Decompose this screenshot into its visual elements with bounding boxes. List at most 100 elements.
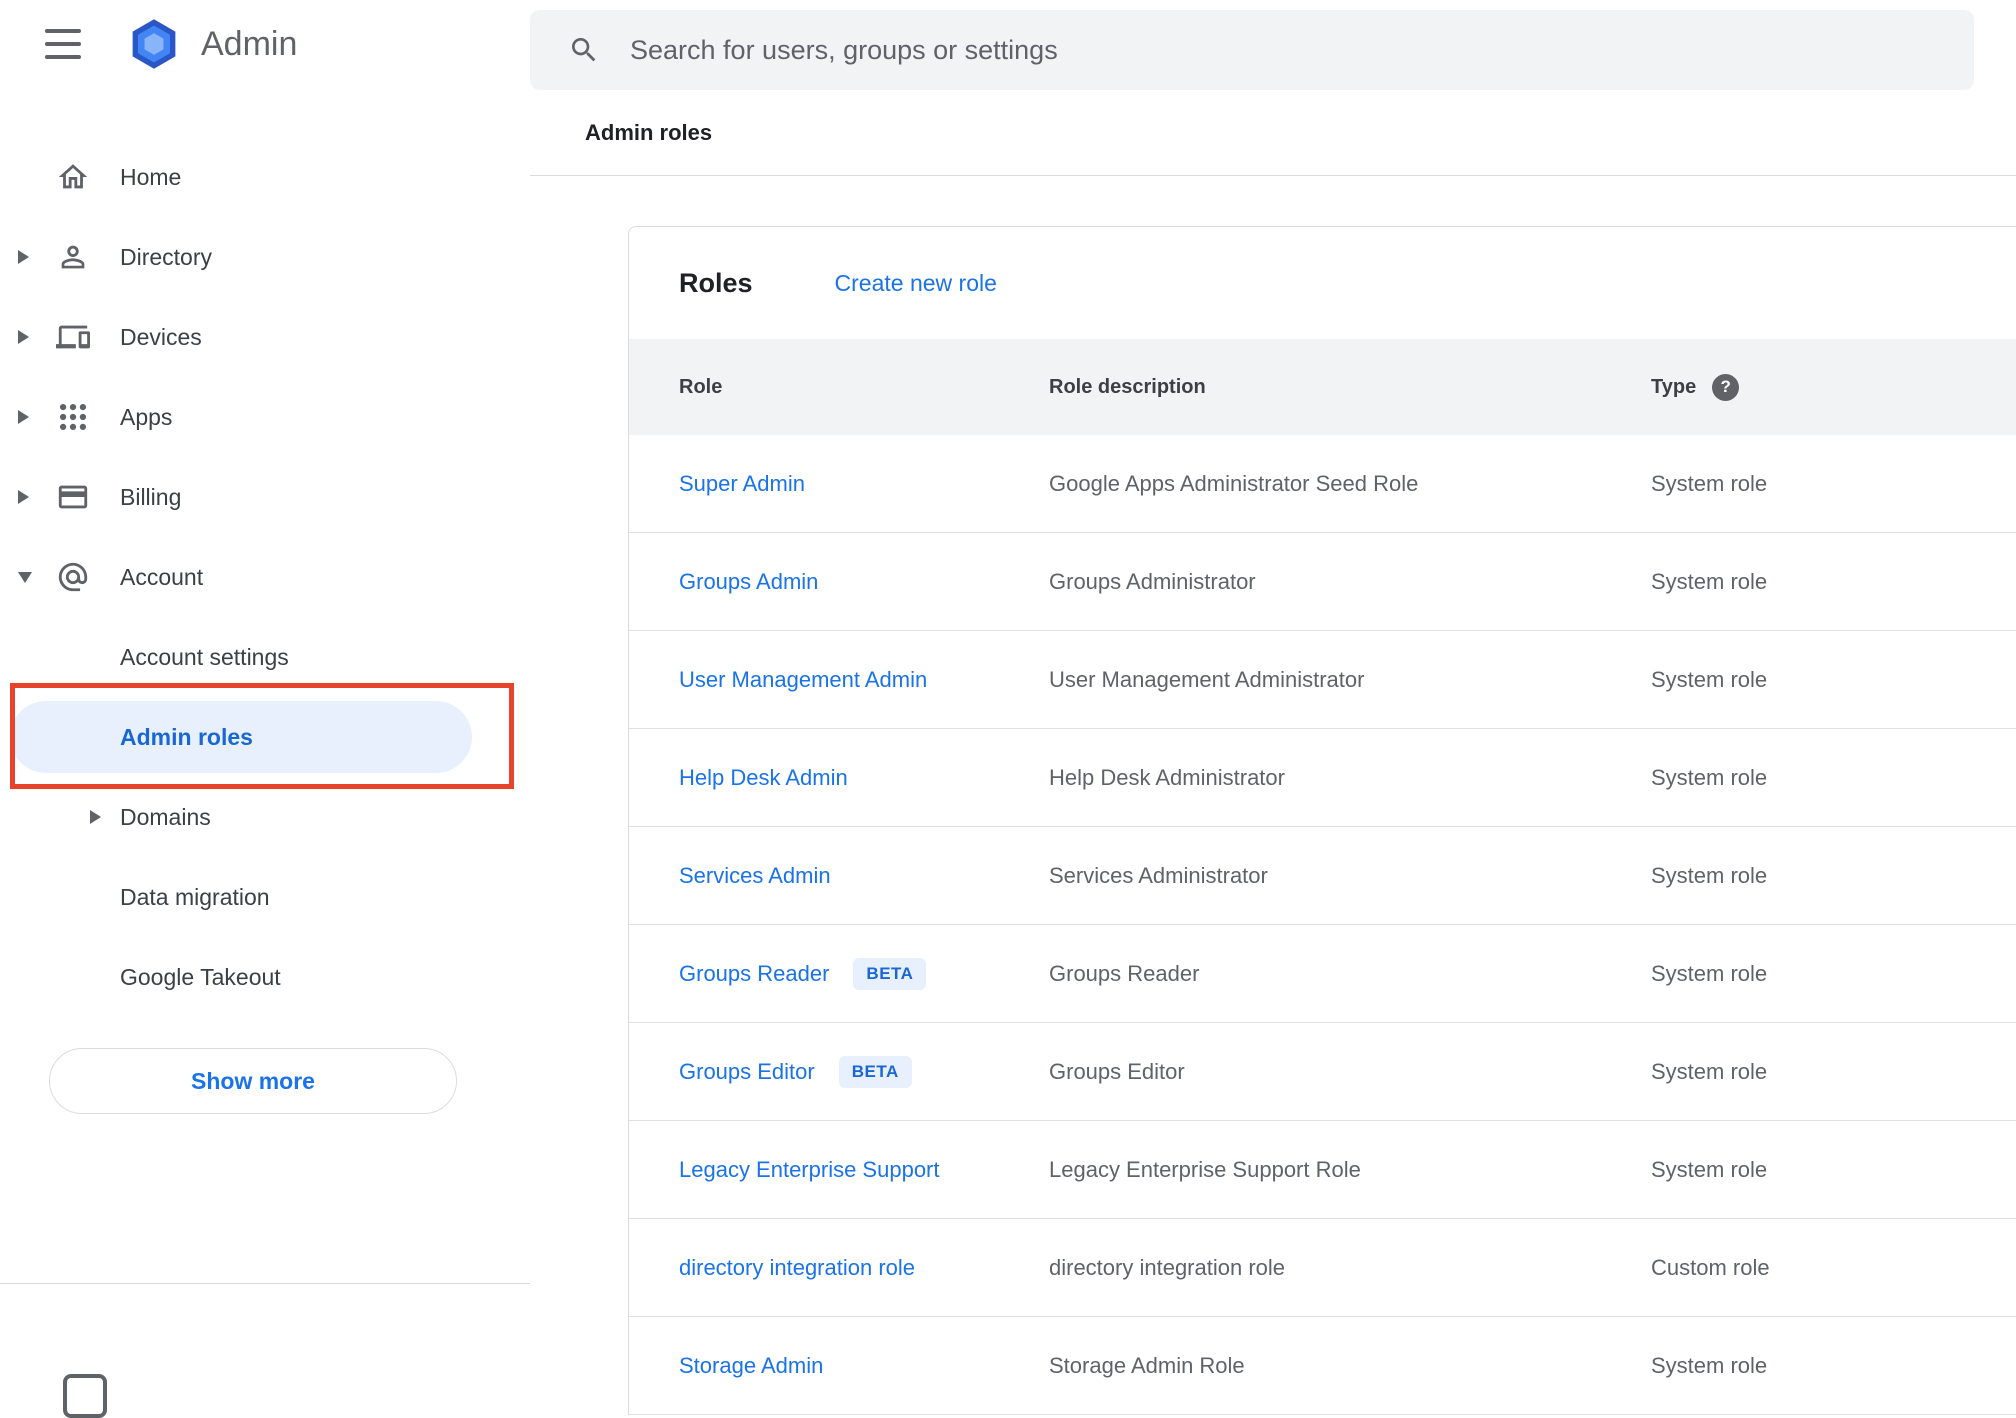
roles-table-header: Role Role description Type ? xyxy=(629,339,2016,435)
feedback-icon[interactable] xyxy=(63,1374,107,1418)
role-type: System role xyxy=(1651,1058,1768,1084)
table-row: directory integration role directory int… xyxy=(629,1219,2016,1317)
sidebar-item-label: Home xyxy=(120,163,182,190)
table-row: Legacy Enterprise Support Legacy Enterpr… xyxy=(629,1121,2016,1219)
chevron-right-icon xyxy=(18,410,29,424)
sidebar-item-label: Account xyxy=(120,563,204,590)
sidebar-item-label: Google Takeout xyxy=(120,963,281,990)
search-icon xyxy=(572,38,596,62)
role-type: System role xyxy=(1651,470,1768,496)
search-placeholder: Search for users, groups or settings xyxy=(630,34,1058,65)
role-link[interactable]: Services Admin xyxy=(679,863,831,889)
table-row: User Management Admin User Management Ad… xyxy=(629,631,2016,729)
role-description: Groups Reader xyxy=(1049,960,1200,986)
main-content: Search for users, groups or settings Adm… xyxy=(530,0,2016,1415)
role-description: Groups Editor xyxy=(1049,1058,1185,1084)
role-link[interactable]: Groups Reader xyxy=(679,961,829,987)
role-description: Google Apps Administrator Seed Role xyxy=(1049,470,1419,496)
home-icon xyxy=(56,160,90,194)
role-type: System role xyxy=(1651,666,1768,692)
chevron-down-icon xyxy=(18,571,32,583)
role-type: System role xyxy=(1651,1352,1768,1378)
role-description: directory integration role xyxy=(1049,1254,1286,1280)
role-link[interactable]: Help Desk Admin xyxy=(679,765,848,791)
role-link[interactable]: User Management Admin xyxy=(679,667,927,693)
sidebar-item-billing[interactable]: Billing xyxy=(0,457,530,537)
role-description: Services Administrator xyxy=(1049,862,1268,888)
role-type: System role xyxy=(1651,568,1768,594)
beta-badge: BETA xyxy=(838,1055,912,1088)
beta-badge: BETA xyxy=(853,957,927,990)
chevron-right-icon xyxy=(18,490,29,504)
column-header-description: Role description xyxy=(1049,375,1206,398)
sidebar-header: Admin xyxy=(0,0,530,88)
role-link[interactable]: Legacy Enterprise Support xyxy=(679,1157,940,1183)
breadcrumb: Admin roles xyxy=(530,90,2016,176)
create-new-role-link[interactable]: Create new role xyxy=(835,270,997,297)
table-row: Groups Editor BETA Groups Editor System … xyxy=(629,1023,2016,1121)
table-row: Help Desk Admin Help Desk Administrator … xyxy=(629,729,2016,827)
role-description: Help Desk Administrator xyxy=(1049,764,1285,790)
role-type: System role xyxy=(1651,960,1768,986)
sidebar-item-label: Directory xyxy=(120,243,213,270)
sidebar-item-label: Data migration xyxy=(120,883,270,910)
brand-name: Admin xyxy=(201,24,298,63)
at-sign-icon xyxy=(56,560,90,594)
sidebar-item-label: Domains xyxy=(120,803,211,830)
page-title: Admin roles xyxy=(585,119,713,145)
table-row: Services Admin Services Administrator Sy… xyxy=(629,827,2016,925)
role-link[interactable]: Storage Admin xyxy=(679,1353,823,1379)
sidebar-item-home[interactable]: Home xyxy=(0,137,530,217)
show-more-button[interactable]: Show more xyxy=(49,1048,457,1114)
sidebar-item-admin-roles[interactable]: Admin roles xyxy=(0,697,530,777)
role-type: System role xyxy=(1651,764,1768,790)
sidebar-item-apps[interactable]: Apps xyxy=(0,377,530,457)
role-link[interactable]: directory integration role xyxy=(679,1255,915,1281)
role-link[interactable]: Groups Admin xyxy=(679,569,818,595)
sidebar-item-label: Billing xyxy=(120,483,182,510)
chevron-right-icon xyxy=(90,810,101,824)
sidebar-item-label: Devices xyxy=(120,323,202,350)
credit-card-icon xyxy=(56,480,90,514)
search-input[interactable]: Search for users, groups or settings xyxy=(530,10,1974,90)
sidebar-item-account[interactable]: Account xyxy=(0,537,530,617)
role-description: Storage Admin Role xyxy=(1049,1352,1245,1378)
sidebar-item-label: Account settings xyxy=(120,643,289,670)
chevron-right-icon xyxy=(18,250,29,264)
role-type: Custom role xyxy=(1651,1254,1770,1280)
sidebar-item-account-settings[interactable]: Account settings xyxy=(0,617,530,697)
role-description: Groups Administrator xyxy=(1049,568,1256,594)
role-description: Legacy Enterprise Support Role xyxy=(1049,1156,1361,1182)
sidebar-item-devices[interactable]: Devices xyxy=(0,297,530,377)
roles-card: Roles Create new role Role Role descript… xyxy=(628,226,2016,1415)
sidebar-item-google-takeout[interactable]: Google Takeout xyxy=(0,937,530,1017)
sidebar-nav: Home Directory Devices Apps Billing Acco… xyxy=(0,137,530,1017)
person-icon xyxy=(56,240,90,274)
menu-icon[interactable] xyxy=(45,29,81,59)
table-row: Groups Admin Groups Administrator System… xyxy=(629,533,2016,631)
role-description: User Management Administrator xyxy=(1049,666,1365,692)
sidebar-item-label: Apps xyxy=(120,403,173,430)
admin-logo-icon xyxy=(132,19,176,69)
column-header-role: Role xyxy=(679,375,723,398)
sidebar-divider xyxy=(0,1283,530,1284)
chevron-right-icon xyxy=(18,330,29,344)
sidebar-item-label: Admin roles xyxy=(120,723,253,750)
column-header-type: Type ? xyxy=(1651,373,2016,401)
help-icon[interactable]: ? xyxy=(1712,373,1740,401)
devices-icon xyxy=(56,320,90,354)
table-row: Groups Reader BETA Groups Reader System … xyxy=(629,925,2016,1023)
apps-grid-icon xyxy=(56,400,90,434)
roles-title: Roles xyxy=(679,267,753,298)
sidebar-item-data-migration[interactable]: Data migration xyxy=(0,857,530,937)
role-type: System role xyxy=(1651,862,1768,888)
role-type: System role xyxy=(1651,1156,1768,1182)
table-row: Super Admin Google Apps Administrator Se… xyxy=(629,435,2016,533)
role-link[interactable]: Super Admin xyxy=(679,471,805,497)
sidebar-item-directory[interactable]: Directory xyxy=(0,217,530,297)
table-row: Storage Admin Storage Admin Role System … xyxy=(629,1317,2016,1415)
role-link[interactable]: Groups Editor xyxy=(679,1059,815,1085)
sidebar: Admin Home Directory Devices Apps Billin… xyxy=(0,0,530,1418)
sidebar-item-domains[interactable]: Domains xyxy=(0,777,530,857)
roles-card-header: Roles Create new role xyxy=(629,227,2016,339)
